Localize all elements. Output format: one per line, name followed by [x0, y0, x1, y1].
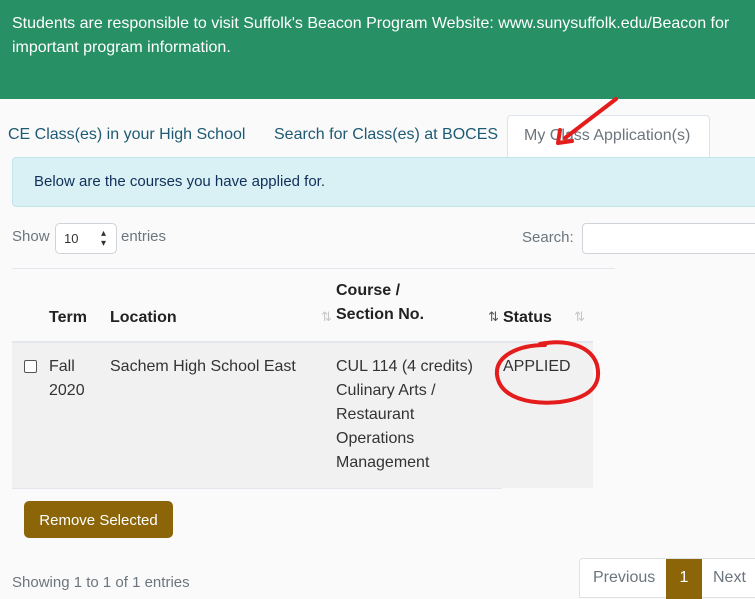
table-info: Showing 1 to 1 of 1 entries: [12, 574, 190, 591]
table-row: Fall 2020 Sachem High School East CUL 11…: [12, 342, 593, 488]
pagination-page-current[interactable]: 1: [666, 559, 702, 599]
entries-label: entries: [121, 228, 167, 245]
tab-bar: CE Class(es) in your High School Search …: [0, 115, 755, 157]
page-length-select[interactable]: 10 ▴ ▾: [55, 223, 117, 254]
sort-icon: ⇅: [488, 309, 499, 324]
notice-banner-text: Students are responsible to visit Suffol…: [12, 15, 730, 56]
sort-icon: ⇅: [321, 309, 332, 324]
column-header-course[interactable]: Course / Section No. ⇅: [336, 269, 503, 342]
cell-course: CUL 114 (4 credits) Culinary Arts / Rest…: [336, 358, 473, 471]
search-input[interactable]: [582, 223, 755, 254]
table-bottom-divider: [12, 488, 502, 489]
pagination-previous[interactable]: Previous: [593, 559, 655, 599]
remove-selected-button[interactable]: Remove Selected: [24, 501, 173, 538]
show-label: Show: [12, 228, 50, 245]
pagination: Previous 1 Next: [579, 558, 755, 599]
info-alert: Below are the courses you have applied f…: [12, 157, 755, 207]
table-header-row: Term Location ⇅ Course / Section No. ⇅ S…: [12, 269, 593, 342]
page-length-value: 10: [64, 231, 79, 246]
column-header-location[interactable]: Location ⇅: [110, 269, 336, 342]
search-label: Search:: [522, 229, 574, 246]
applications-table: Term Location ⇅ Course / Section No. ⇅ S…: [12, 269, 593, 488]
select-arrows-icon: ▴ ▾: [100, 228, 106, 249]
pagination-next[interactable]: Next: [713, 559, 746, 599]
tab-search-classes-boces[interactable]: Search for Class(es) at BOCES: [266, 115, 506, 157]
column-header-status[interactable]: Status ⇅: [503, 269, 593, 342]
sort-icon: ⇅: [574, 309, 585, 324]
column-header-term[interactable]: Term: [49, 269, 110, 342]
cell-location: Sachem High School East: [110, 358, 296, 375]
info-alert-text: Below are the courses you have applied f…: [34, 173, 326, 190]
column-header-select: [12, 269, 49, 342]
notice-banner: Students are responsible to visit Suffol…: [0, 0, 755, 99]
cell-status: APPLIED: [503, 358, 571, 375]
tab-my-class-applications[interactable]: My Class Application(s): [507, 115, 710, 157]
row-select-checkbox[interactable]: [24, 360, 37, 373]
cell-term: Fall 2020: [49, 358, 85, 399]
tab-ce-classes-high-school[interactable]: CE Class(es) in your High School: [0, 115, 253, 157]
